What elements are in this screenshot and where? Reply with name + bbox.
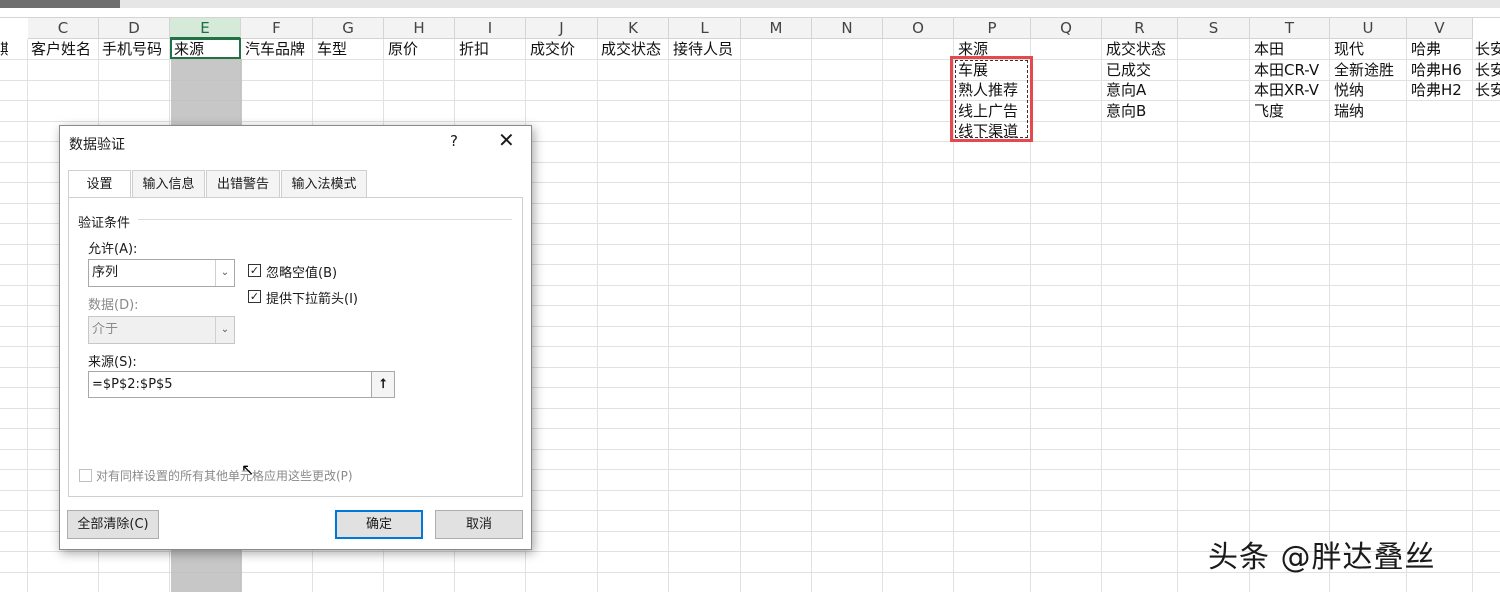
mouse-cursor-icon: ↖ (241, 460, 255, 479)
cancel-button[interactable]: 取消 (435, 510, 523, 539)
column-header-U[interactable]: U (1330, 18, 1407, 39)
cell-W2[interactable]: 长安 (1475, 60, 1500, 81)
validation-criteria-label: 验证条件 (78, 216, 131, 231)
chevron-down-icon: ⌄ (215, 317, 234, 343)
tab-settings[interactable]: 设置 (68, 170, 131, 198)
column-header-R[interactable]: R (1102, 18, 1178, 39)
column-header-V[interactable]: V (1407, 18, 1473, 39)
cell-T4[interactable]: 飞度 (1254, 101, 1330, 122)
allow-select[interactable]: 序列 ⌄ (88, 259, 235, 287)
column-header-H[interactable]: H (384, 18, 455, 39)
column-header-J[interactable]: J (526, 18, 598, 39)
cell-I1[interactable]: 折扣 (459, 39, 527, 60)
watermark-text: 头条 @胖达叠丝 (1208, 540, 1436, 575)
column-header-K[interactable]: K (598, 18, 669, 39)
in-cell-dropdown-checkbox[interactable]: ✓ (248, 290, 261, 303)
tab-ime-mode[interactable]: 输入法模式 (281, 170, 367, 197)
help-button[interactable]: ? (450, 132, 458, 150)
allow-select-value: 序列 (92, 265, 119, 280)
in-cell-dropdown-label: 提供下拉箭头(I) (266, 292, 358, 307)
highlight-box (950, 56, 1033, 142)
cell-F1[interactable]: 汽车品牌 (245, 39, 313, 60)
source-input[interactable]: =$P$2:$P$5 (88, 371, 372, 398)
cell-R2[interactable]: 已成交 (1106, 60, 1178, 81)
cell-V2[interactable]: 哈弗H6 (1411, 60, 1473, 81)
cell-R4[interactable]: 意向B (1106, 101, 1178, 122)
cell-T3[interactable]: 本田XR-V (1254, 80, 1330, 101)
column-header-S[interactable]: S (1178, 18, 1250, 39)
clear-all-button[interactable]: 全部清除(C) (67, 510, 159, 539)
cell-U2[interactable]: 全新途胜 (1334, 60, 1408, 81)
tab-input-message[interactable]: 输入信息 (132, 170, 205, 197)
cell-R3[interactable]: 意向A (1106, 80, 1178, 101)
column-header-C[interactable]: C (28, 18, 99, 39)
cell-L1[interactable]: 接待人员 (673, 39, 741, 60)
cell-R1[interactable]: 成交状态 (1106, 39, 1178, 60)
data-label: 数据(D): (88, 298, 139, 313)
cell-W3[interactable]: 长安 (1475, 80, 1500, 101)
column-header-E[interactable]: E (170, 18, 241, 39)
cell-U4[interactable]: 瑞纳 (1334, 101, 1408, 122)
cell-U3[interactable]: 悦纳 (1334, 80, 1408, 101)
ignore-blank-checkbox[interactable]: ✓ (248, 264, 261, 277)
cell-V3[interactable]: 哈弗H2 (1411, 80, 1473, 101)
cell-G1[interactable]: 车型 (317, 39, 385, 60)
column-header-P[interactable]: P (954, 18, 1031, 39)
ignore-blank-label: 忽略空值(B) (266, 266, 338, 281)
source-label: 来源(S): (88, 355, 137, 370)
column-header-F[interactable]: F (241, 18, 313, 39)
cell-H1[interactable]: 原价 (388, 39, 456, 60)
cell-J1[interactable]: 成交价 (530, 39, 598, 60)
collapse-range-icon[interactable]: ⭡ (372, 371, 395, 398)
column-header-G[interactable]: G (313, 18, 384, 39)
apply-all-checkbox (79, 469, 92, 482)
cell-U1[interactable]: 现代 (1334, 39, 1408, 60)
cell-T2[interactable]: 本田CR-V (1254, 60, 1330, 81)
column-header-O[interactable]: O (883, 18, 954, 39)
chevron-down-icon: ⌄ (215, 260, 234, 286)
cell-D1[interactable]: 手机号码 (102, 39, 170, 60)
column-header-T[interactable]: T (1250, 18, 1330, 39)
cell-B1[interactable]: 期 (0, 39, 8, 60)
allow-label: 允许(A): (88, 242, 138, 257)
column-header-I[interactable]: I (455, 18, 526, 39)
formula-bar-strip (0, 0, 1500, 18)
column-header-L[interactable]: L (669, 18, 741, 39)
ok-button[interactable]: 确定 (335, 510, 423, 539)
data-select: 介于 ⌄ (88, 316, 235, 344)
cell-W1[interactable]: 长安 (1475, 39, 1500, 60)
data-validation-dialog: 数据验证 ? ✕ 设置 输入信息 出错警告 输入法模式 验证条件 允许(A): … (59, 125, 532, 550)
cell-E1[interactable]: 来源 (174, 39, 240, 60)
column-header-N[interactable]: N (812, 18, 883, 39)
column-header-M[interactable]: M (741, 18, 812, 39)
close-icon[interactable]: ✕ (498, 130, 515, 150)
cell-K1[interactable]: 成交状态 (601, 39, 669, 60)
cell-V1[interactable]: 哈弗 (1411, 39, 1473, 60)
data-select-value: 介于 (92, 322, 119, 337)
apply-all-label: 对有同样设置的所有其他单元格应用这些更改(P) (96, 469, 353, 483)
cell-T1[interactable]: 本田 (1254, 39, 1330, 60)
column-header-Q[interactable]: Q (1031, 18, 1102, 39)
column-header-D[interactable]: D (99, 18, 170, 39)
dialog-title: 数据验证 (69, 137, 125, 153)
tab-error-alert[interactable]: 出错警告 (206, 170, 280, 197)
cell-C1[interactable]: 客户姓名 (31, 39, 99, 60)
group-divider (138, 219, 512, 220)
